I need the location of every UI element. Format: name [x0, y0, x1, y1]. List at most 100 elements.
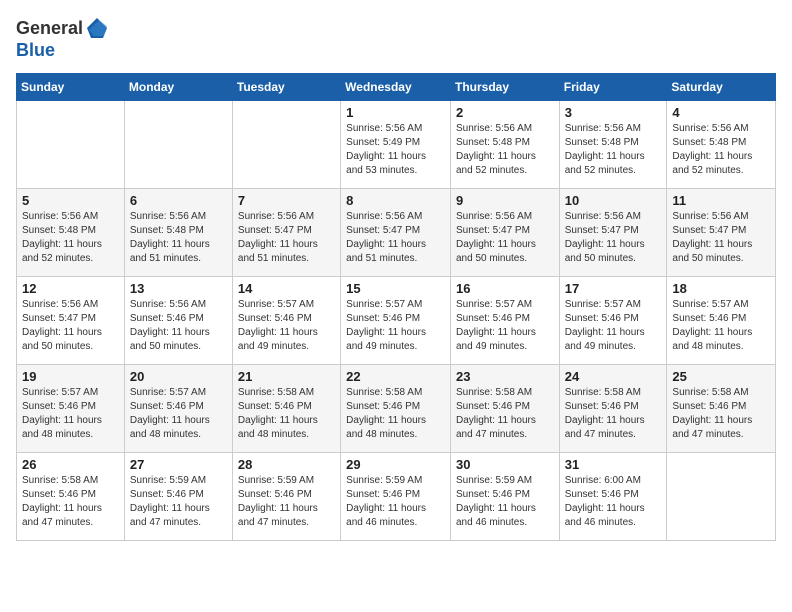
day-info: Sunrise: 5:58 AMSunset: 5:46 PMDaylight:…: [22, 474, 119, 530]
calendar-cell: 23 Sunrise: 5:58 AMSunset: 5:46 PMDayligh…: [450, 365, 559, 453]
day-number: 9: [456, 193, 554, 208]
calendar-cell: 14 Sunrise: 5:57 AMSunset: 5:46 PMDayligh…: [232, 277, 340, 365]
calendar-week-row: 12 Sunrise: 5:56 AMSunset: 5:47 PMDayligh…: [17, 277, 776, 365]
day-info: Sunrise: 5:56 AMSunset: 5:47 PMDaylight:…: [672, 210, 770, 266]
weekday-header-friday: Friday: [559, 74, 667, 101]
page-header: General Blue: [16, 16, 776, 61]
calendar-week-row: 26 Sunrise: 5:58 AMSunset: 5:46 PMDayligh…: [17, 453, 776, 541]
day-info: Sunrise: 5:59 AMSunset: 5:46 PMDaylight:…: [238, 474, 335, 530]
calendar-cell: 3 Sunrise: 5:56 AMSunset: 5:48 PMDaylight…: [559, 101, 667, 189]
calendar-table: SundayMondayTuesdayWednesdayThursdayFrid…: [16, 73, 776, 541]
logo-icon: [85, 16, 109, 40]
day-number: 17: [565, 281, 662, 296]
day-info: Sunrise: 5:57 AMSunset: 5:46 PMDaylight:…: [238, 298, 335, 354]
calendar-cell: 11Sunrise: 5:56 AMSunset: 5:47 PMDayligh…: [667, 189, 776, 277]
calendar-cell: 8 Sunrise: 5:56 AMSunset: 5:47 PMDaylight…: [341, 189, 451, 277]
calendar-cell: 25 Sunrise: 5:58 AMSunset: 5:46 PMDayligh…: [667, 365, 776, 453]
day-number: 1: [346, 105, 445, 120]
calendar-cell: 9 Sunrise: 5:56 AMSunset: 5:47 PMDaylight…: [450, 189, 559, 277]
day-info: Sunrise: 6:00 AMSunset: 5:46 PMDaylight:…: [565, 474, 662, 530]
weekday-header-sunday: Sunday: [17, 74, 125, 101]
weekday-header-tuesday: Tuesday: [232, 74, 340, 101]
calendar-week-row: 19Sunrise: 5:57 AMSunset: 5:46 PMDayligh…: [17, 365, 776, 453]
day-number: 13: [130, 281, 227, 296]
calendar-cell: 17Sunrise: 5:57 AMSunset: 5:46 PMDayligh…: [559, 277, 667, 365]
calendar-cell: [667, 453, 776, 541]
day-info: Sunrise: 5:59 AMSunset: 5:46 PMDaylight:…: [456, 474, 554, 530]
day-info: Sunrise: 5:59 AMSunset: 5:46 PMDaylight:…: [346, 474, 445, 530]
weekday-header-row: SundayMondayTuesdayWednesdayThursdayFrid…: [17, 74, 776, 101]
calendar-cell: 12 Sunrise: 5:56 AMSunset: 5:47 PMDayligh…: [17, 277, 125, 365]
day-number: 27: [130, 457, 227, 472]
calendar-cell: 26 Sunrise: 5:58 AMSunset: 5:46 PMDayligh…: [17, 453, 125, 541]
day-number: 24: [565, 369, 662, 384]
calendar-cell: 20 Sunrise: 5:57 AMSunset: 5:46 PMDayligh…: [124, 365, 232, 453]
day-number: 20: [130, 369, 227, 384]
logo-blue-text: Blue: [16, 40, 55, 61]
day-info: Sunrise: 5:58 AMSunset: 5:46 PMDaylight:…: [565, 386, 662, 442]
day-info: Sunrise: 5:56 AMSunset: 5:48 PMDaylight:…: [456, 122, 554, 178]
day-number: 16: [456, 281, 554, 296]
calendar-cell: 4 Sunrise: 5:56 AMSunset: 5:48 PMDaylight…: [667, 101, 776, 189]
day-info: Sunrise: 5:56 AMSunset: 5:48 PMDaylight:…: [565, 122, 662, 178]
day-info: Sunrise: 5:56 AMSunset: 5:49 PMDaylight:…: [346, 122, 445, 178]
day-info: Sunrise: 5:56 AMSunset: 5:47 PMDaylight:…: [456, 210, 554, 266]
day-info: Sunrise: 5:56 AMSunset: 5:48 PMDaylight:…: [22, 210, 119, 266]
weekday-header-thursday: Thursday: [450, 74, 559, 101]
day-info: Sunrise: 5:57 AMSunset: 5:46 PMDaylight:…: [456, 298, 554, 354]
day-number: 12: [22, 281, 119, 296]
day-info: Sunrise: 5:57 AMSunset: 5:46 PMDaylight:…: [346, 298, 445, 354]
day-info: Sunrise: 5:56 AMSunset: 5:48 PMDaylight:…: [672, 122, 770, 178]
calendar-cell: 27 Sunrise: 5:59 AMSunset: 5:46 PMDayligh…: [124, 453, 232, 541]
day-number: 22: [346, 369, 445, 384]
calendar-cell: 6 Sunrise: 5:56 AMSunset: 5:48 PMDaylight…: [124, 189, 232, 277]
weekday-header-monday: Monday: [124, 74, 232, 101]
day-number: 15: [346, 281, 445, 296]
day-number: 14: [238, 281, 335, 296]
day-number: 25: [672, 369, 770, 384]
day-info: Sunrise: 5:56 AMSunset: 5:48 PMDaylight:…: [130, 210, 227, 266]
calendar-cell: 19Sunrise: 5:57 AMSunset: 5:46 PMDayligh…: [17, 365, 125, 453]
day-info: Sunrise: 5:56 AMSunset: 5:47 PMDaylight:…: [346, 210, 445, 266]
day-number: 6: [130, 193, 227, 208]
day-number: 10: [565, 193, 662, 208]
weekday-header-wednesday: Wednesday: [341, 74, 451, 101]
day-number: 4: [672, 105, 770, 120]
day-number: 18: [672, 281, 770, 296]
calendar-week-row: 5 Sunrise: 5:56 AMSunset: 5:48 PMDaylight…: [17, 189, 776, 277]
day-info: Sunrise: 5:58 AMSunset: 5:46 PMDaylight:…: [238, 386, 335, 442]
day-number: 26: [22, 457, 119, 472]
calendar-week-row: 1 Sunrise: 5:56 AMSunset: 5:49 PMDaylight…: [17, 101, 776, 189]
calendar-cell: 18Sunrise: 5:57 AMSunset: 5:46 PMDayligh…: [667, 277, 776, 365]
calendar-cell: 31Sunrise: 6:00 AMSunset: 5:46 PMDayligh…: [559, 453, 667, 541]
calendar-cell: 30Sunrise: 5:59 AMSunset: 5:46 PMDayligh…: [450, 453, 559, 541]
day-info: Sunrise: 5:58 AMSunset: 5:46 PMDaylight:…: [346, 386, 445, 442]
day-number: 8: [346, 193, 445, 208]
day-number: 28: [238, 457, 335, 472]
calendar-cell: 7 Sunrise: 5:56 AMSunset: 5:47 PMDaylight…: [232, 189, 340, 277]
day-number: 5: [22, 193, 119, 208]
day-number: 21: [238, 369, 335, 384]
calendar-cell: 29Sunrise: 5:59 AMSunset: 5:46 PMDayligh…: [341, 453, 451, 541]
day-info: Sunrise: 5:58 AMSunset: 5:46 PMDaylight:…: [672, 386, 770, 442]
calendar-cell: 28 Sunrise: 5:59 AMSunset: 5:46 PMDayligh…: [232, 453, 340, 541]
calendar-cell: 22 Sunrise: 5:58 AMSunset: 5:46 PMDayligh…: [341, 365, 451, 453]
day-info: Sunrise: 5:57 AMSunset: 5:46 PMDaylight:…: [130, 386, 227, 442]
day-number: 2: [456, 105, 554, 120]
calendar-cell: 15 Sunrise: 5:57 AMSunset: 5:46 PMDayligh…: [341, 277, 451, 365]
day-number: 3: [565, 105, 662, 120]
day-number: 7: [238, 193, 335, 208]
calendar-cell: 13Sunrise: 5:56 AMSunset: 5:46 PMDayligh…: [124, 277, 232, 365]
day-info: Sunrise: 5:56 AMSunset: 5:47 PMDaylight:…: [565, 210, 662, 266]
calendar-cell: 1 Sunrise: 5:56 AMSunset: 5:49 PMDaylight…: [341, 101, 451, 189]
day-info: Sunrise: 5:56 AMSunset: 5:47 PMDaylight:…: [22, 298, 119, 354]
day-info: Sunrise: 5:58 AMSunset: 5:46 PMDaylight:…: [456, 386, 554, 442]
calendar-cell: 21 Sunrise: 5:58 AMSunset: 5:46 PMDayligh…: [232, 365, 340, 453]
logo-general-text: General: [16, 18, 83, 39]
day-info: Sunrise: 5:59 AMSunset: 5:46 PMDaylight:…: [130, 474, 227, 530]
day-info: Sunrise: 5:56 AMSunset: 5:47 PMDaylight:…: [238, 210, 335, 266]
logo: General Blue: [16, 16, 109, 61]
weekday-header-saturday: Saturday: [667, 74, 776, 101]
day-number: 23: [456, 369, 554, 384]
calendar-cell: [17, 101, 125, 189]
